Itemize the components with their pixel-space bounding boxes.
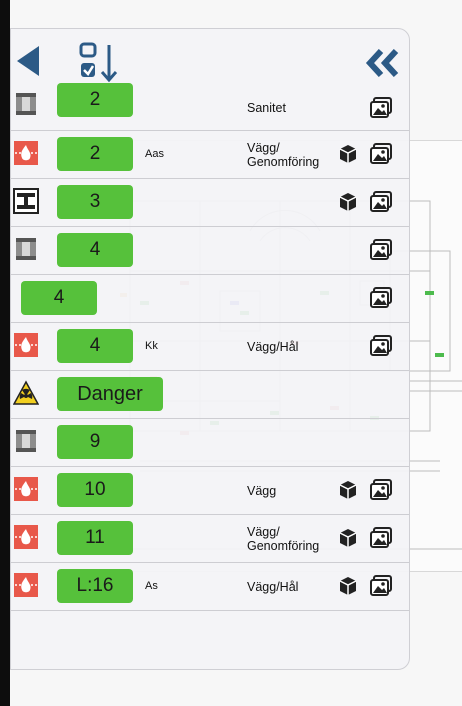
list-item[interactable]: 4 [11,275,409,323]
item-short-code: Kk [145,340,158,352]
item-type-label: Vägg/Genomföring [247,141,320,169]
3d-cube-icon[interactable] [338,192,358,212]
left-screen-edge [0,0,10,706]
list-item[interactable]: 11 Vägg/Genomföring [11,515,409,563]
list-item[interactable]: L:16 As Vägg/Hål [11,563,409,611]
photo-icon[interactable] [370,191,392,213]
fire-wall-penetration-icon [13,524,39,550]
item-type-label: Vägg [247,484,277,498]
photo-icon[interactable] [370,97,392,119]
fire-wall-penetration-icon [13,476,39,502]
item-type-label: Vägg/Genomföring [247,525,320,553]
list-item[interactable]: 4 Kk Vägg/Hål [11,323,409,371]
item-number-pill: 2 [57,137,133,171]
list-item[interactable]: 2 Aas Vägg/Genomföring [11,131,409,179]
item-number-pill: 4 [57,233,133,267]
item-number-pill: 3 [57,185,133,219]
wall-section-icon [13,236,39,262]
back-triangle-icon[interactable] [15,45,41,77]
list-item[interactable]: 2 Sanitet [11,83,409,131]
item-number-pill: 9 [57,425,133,459]
fire-wall-penetration-icon [13,572,39,598]
photo-icon[interactable] [370,335,392,357]
checklist-sort-icon[interactable] [79,41,119,85]
beam-section-icon [13,188,39,214]
photo-icon[interactable] [370,527,392,549]
photo-icon[interactable] [370,479,392,501]
item-number-pill: 4 [57,329,133,363]
wall-section-icon [13,91,39,117]
photo-icon[interactable] [370,287,392,309]
3d-cube-icon[interactable] [338,528,358,548]
item-number-pill: L:16 [57,569,133,603]
list-item[interactable]: Danger [11,371,409,419]
item-number-pill: 11 [57,521,133,555]
3d-cube-icon[interactable] [338,480,358,500]
item-short-code: As [145,580,158,592]
list-item[interactable]: 9 [11,419,409,467]
fire-wall-penetration-icon [13,332,39,358]
item-number-pill: Danger [57,377,163,411]
photo-icon[interactable] [370,575,392,597]
item-number-pill: 2 [57,83,133,117]
item-list-panel: 2 Sanitet 2 Aas Vägg/Genomföring 3 4 4 4… [10,28,410,670]
photo-icon[interactable] [370,239,392,261]
list-item[interactable]: 4 [11,227,409,275]
item-type-label: Vägg/Hål [247,340,299,354]
3d-cube-icon[interactable] [338,144,358,164]
photo-icon[interactable] [370,143,392,165]
list-item[interactable]: 3 [11,179,409,227]
radiation-warning-icon [12,380,40,406]
item-number-pill: 10 [57,473,133,507]
list-item[interactable]: 10 Vägg [11,467,409,515]
item-number-pill: 4 [21,281,97,315]
wall-section-icon [13,428,39,454]
item-type-label: Sanitet [247,101,286,115]
fire-wall-penetration-icon [13,140,39,166]
3d-cube-icon[interactable] [338,576,358,596]
item-type-label: Vägg/Hål [247,580,299,594]
double-chevron-left-icon[interactable] [363,48,403,78]
item-short-code: Aas [145,148,164,160]
